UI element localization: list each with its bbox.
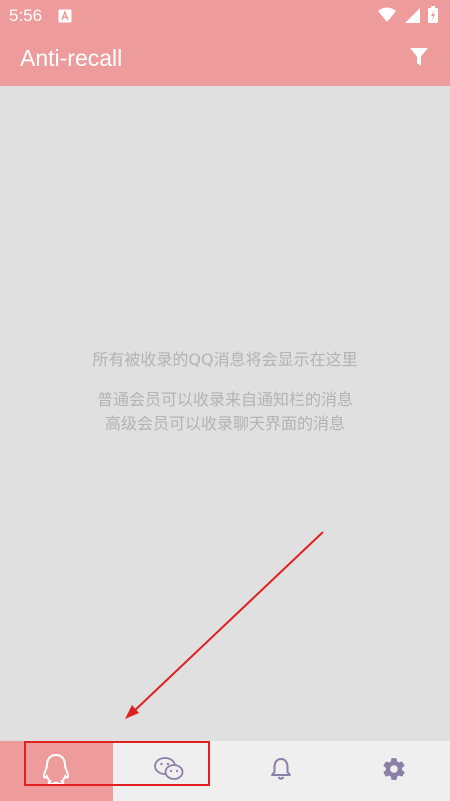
filter-icon	[409, 47, 429, 71]
filter-button[interactable]	[406, 46, 432, 72]
signal-icon	[404, 7, 420, 27]
status-bar: 5:56	[0, 0, 450, 32]
notification-app-icon	[58, 8, 72, 23]
wechat-icon	[153, 756, 184, 786]
empty-state-line-2: 普通会员可以收录来自通知栏的消息	[96, 390, 353, 409]
empty-state-message: 所有被收录的QQ消息将会显示在这里 普通会员可以收录来自通知栏的消息 高级会员可…	[0, 348, 450, 436]
screen: 5:56 Anti-recall 所有被收录的QQ消息将会显示在这里 普通会员可…	[0, 0, 450, 801]
app-title: Anti-recall	[20, 45, 123, 71]
status-icons	[378, 6, 438, 27]
bottom-nav	[0, 741, 450, 801]
nav-tab-qq[interactable]	[0, 741, 113, 801]
empty-state-line-1: 所有被收录的QQ消息将会显示在这里	[92, 350, 358, 369]
app-bar: Anti-recall	[0, 32, 450, 86]
qq-icon	[41, 753, 71, 789]
empty-state-line-3: 高级会员可以收录聊天界面的消息	[104, 414, 345, 433]
nav-tab-wechat[interactable]	[113, 741, 226, 801]
nav-tab-settings[interactable]	[338, 741, 450, 801]
nav-tab-notifications[interactable]	[225, 741, 338, 801]
battery-icon	[428, 6, 438, 27]
wifi-icon	[378, 7, 396, 27]
gear-icon	[381, 756, 407, 786]
bell-icon	[270, 757, 292, 785]
status-time: 5:56	[9, 6, 43, 25]
